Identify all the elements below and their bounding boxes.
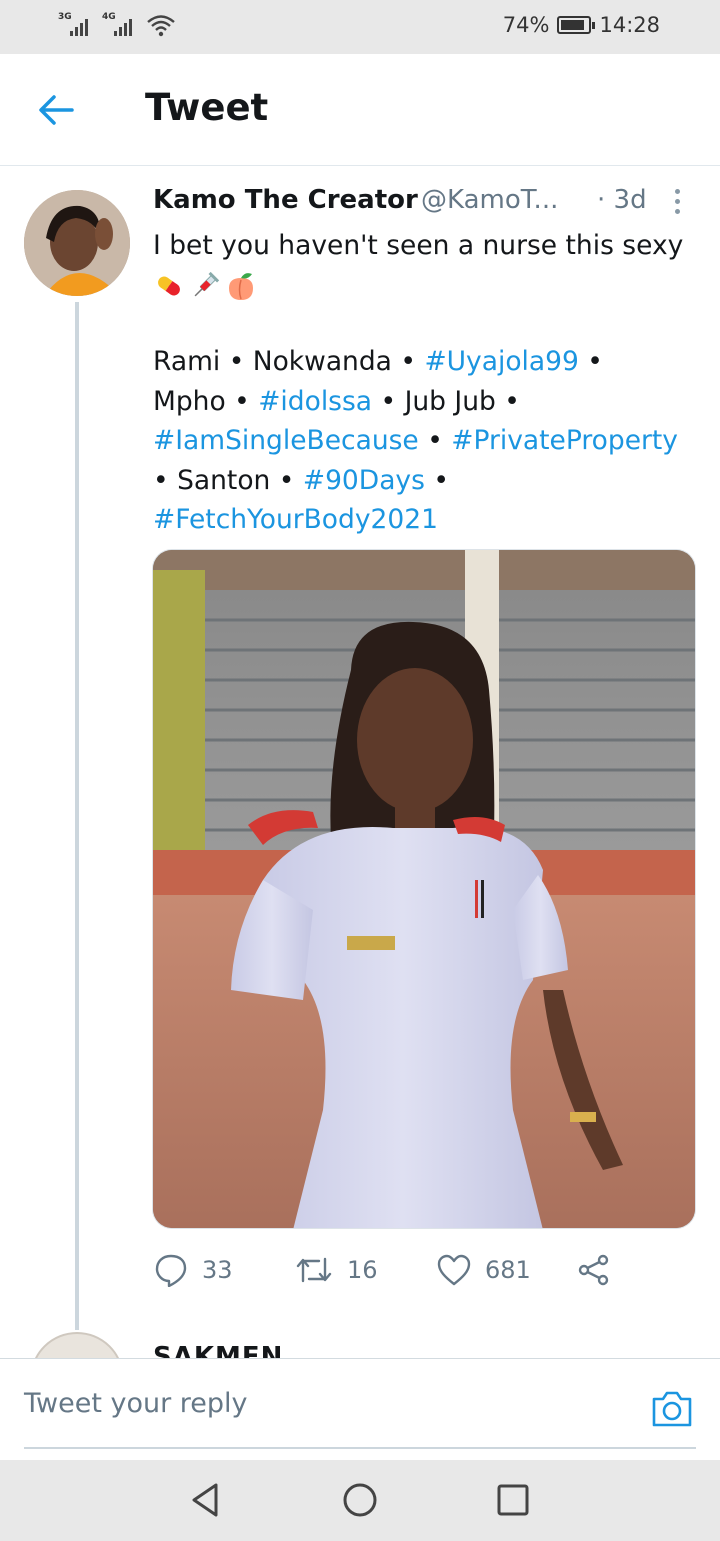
tag-item[interactable]: Mpho — [153, 386, 226, 417]
share-action[interactable] — [578, 1248, 610, 1292]
author-handle[interactable]: @KamoT... — [421, 185, 558, 215]
tweet-media-image[interactable] — [152, 549, 696, 1229]
reply-action[interactable]: 33 — [154, 1248, 233, 1292]
tag-item[interactable]: Jub Jub — [405, 386, 496, 417]
heart-icon — [437, 1254, 471, 1286]
tag-item[interactable]: Rami — [153, 346, 220, 377]
pill-emoji — [158, 276, 180, 296]
hashtag-link[interactable]: #FetchYourBody2021 — [153, 504, 438, 535]
retweet-count: 16 — [347, 1256, 378, 1284]
author-avatar[interactable] — [24, 190, 130, 296]
tweet-trending-tags: Rami • Nokwanda • #Uyajola99 • Mpho • #i… — [153, 346, 678, 535]
photo-content — [153, 550, 695, 1228]
reply-composer: Tweet your reply — [0, 1358, 720, 1460]
battery-icon — [557, 16, 596, 34]
tweet-timestamp[interactable]: · 3d — [597, 185, 647, 215]
reply-author-name[interactable]: SAKMEN — [153, 1342, 283, 1358]
tag-item[interactable]: Nokwanda — [253, 346, 392, 377]
reply-author-avatar[interactable] — [30, 1332, 124, 1358]
status-bar: 3G 4G 74% 14:28 — [0, 0, 720, 54]
signal-4g-icon: 4G — [102, 12, 140, 38]
tweet-text-body: I bet you haven't seen a nurse this sexy — [153, 230, 684, 261]
nav-recents-icon[interactable] — [493, 1480, 533, 1520]
tweet-actions: 33 16 681 — [152, 1248, 696, 1292]
hashtag-link[interactable]: #idolssa — [258, 386, 372, 417]
tweet-header: Kamo The Creator @KamoT... · 3d — [153, 185, 693, 221]
nav-back-icon[interactable] — [186, 1480, 226, 1520]
more-options-icon[interactable] — [673, 189, 681, 217]
author-name[interactable]: Kamo The Creator — [153, 185, 418, 215]
retweet-action[interactable]: 16 — [295, 1248, 378, 1292]
tag-item[interactable]: Santon — [177, 465, 270, 496]
syringe-emoji — [194, 271, 220, 297]
nav-home-icon[interactable] — [340, 1480, 380, 1520]
reply-placeholder: Tweet your reply — [24, 1387, 248, 1419]
reply-icon — [155, 1254, 187, 1287]
retweet-icon — [296, 1257, 332, 1283]
like-count: 681 — [485, 1256, 531, 1284]
hashtag-link[interactable]: #IamSingleBecause — [153, 425, 419, 456]
status-right: 74% 14:28 — [503, 13, 660, 37]
page-title: Tweet — [145, 86, 269, 129]
like-action[interactable]: 681 — [437, 1248, 531, 1292]
avatar-image — [24, 190, 130, 296]
camera-icon[interactable] — [650, 1389, 694, 1429]
signal-indicators: 3G 4G — [58, 12, 176, 38]
tweet-text: I bet you haven't seen a nurse this sexy — [153, 226, 698, 305]
clock: 14:28 — [599, 13, 660, 37]
arrow-left-icon[interactable] — [36, 92, 76, 128]
peach-emoji — [229, 273, 253, 300]
reply-count: 33 — [202, 1256, 233, 1284]
system-nav-bar — [0, 1460, 720, 1541]
hashtag-link[interactable]: #90Days — [303, 465, 425, 496]
hashtag-link[interactable]: #PrivateProperty — [451, 425, 678, 456]
battery-percent: 74% — [502, 13, 550, 37]
top-app-bar: Tweet — [0, 54, 720, 166]
wifi-icon — [147, 15, 175, 37]
hashtag-link[interactable]: #Uyajola99 — [424, 346, 578, 377]
thread-line — [75, 302, 79, 1330]
reply-input[interactable]: Tweet your reply — [24, 1359, 696, 1449]
share-icon — [578, 1254, 609, 1286]
signal-3g-icon: 3G — [58, 12, 96, 38]
next-reply-preview[interactable]: SAKMEN — [0, 1330, 720, 1358]
